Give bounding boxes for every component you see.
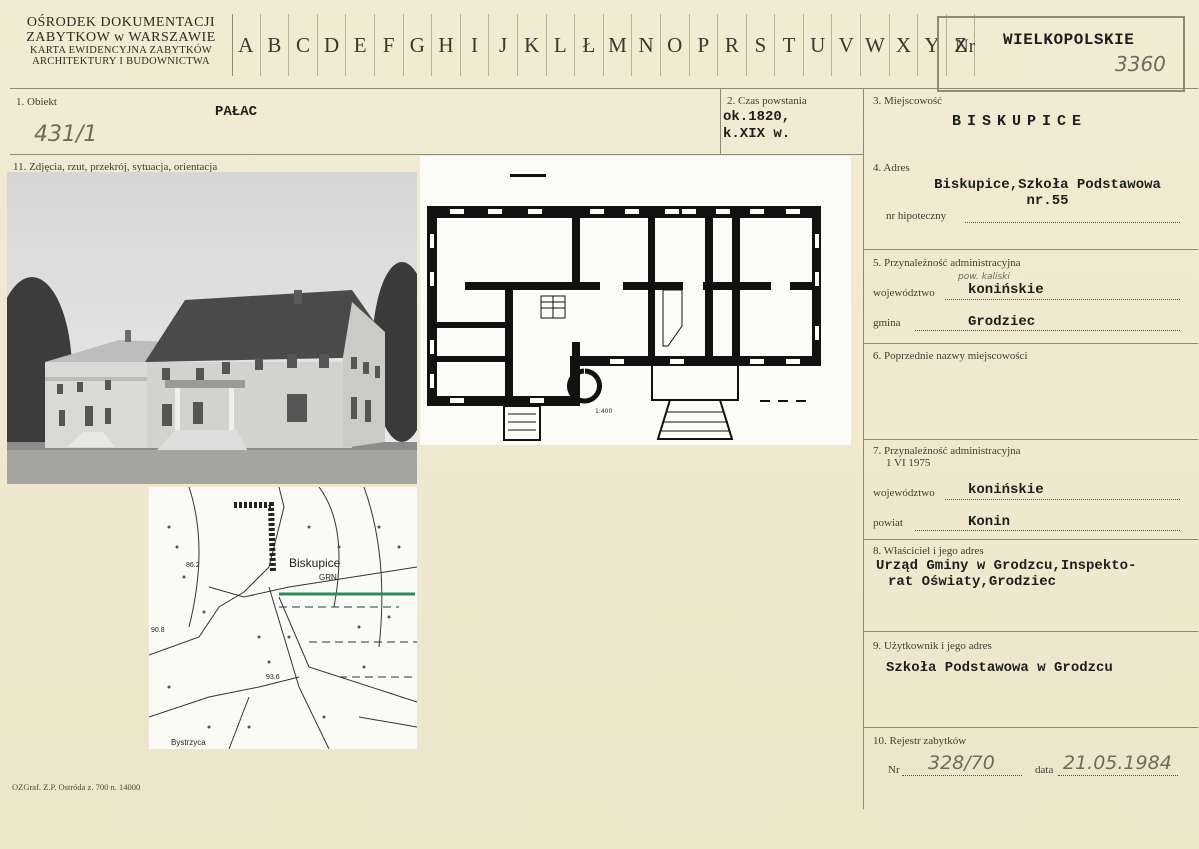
map-elev-3: 93.6 bbox=[266, 674, 280, 681]
przynaleznosc-1975-date: 1 VI 1975 bbox=[886, 457, 931, 469]
index-letter: X bbox=[890, 14, 919, 76]
region-number: 3360 bbox=[1115, 52, 1166, 76]
index-letter: S bbox=[747, 14, 776, 76]
map-river: Bystrzyca bbox=[171, 738, 206, 747]
index-letter: O bbox=[661, 14, 690, 76]
czas-label: 2. Czas powstania bbox=[727, 95, 807, 107]
uzytkownik-value: Szkoła Podstawowa w Grodzcu bbox=[886, 660, 1113, 676]
index-letter: C bbox=[289, 14, 318, 76]
footer-print-note: OZGraf. Z.P. Ostróda z. 700 n. 14000 bbox=[12, 782, 141, 792]
record-card: OŚRODEK DOKUMENTACJI ZABYTKOW w WARSZAWI… bbox=[0, 0, 1199, 849]
floor-plan: 1:400 bbox=[420, 156, 851, 445]
powiat-label: powiat bbox=[873, 517, 903, 529]
index-letter: Ł bbox=[575, 14, 604, 76]
czas-line-1: ok.1820, bbox=[723, 109, 791, 125]
obiekt-handwritten: 431/1 bbox=[34, 122, 98, 147]
institution-name: OŚRODEK DOKUMENTACJI ZABYTKOW w WARSZAWI… bbox=[10, 15, 232, 68]
adres-line-2: nr.55 bbox=[1026, 193, 1069, 209]
miejscowosc-value: BISKUPICE bbox=[952, 113, 1088, 130]
przynaleznosc-1975-label: 7. Przynależność administracyjna bbox=[873, 445, 1021, 457]
miejscowosc-label: 3. Miejscowość bbox=[873, 95, 943, 107]
woj-1975-value: konińskie bbox=[968, 482, 1044, 498]
index-letter: B bbox=[261, 14, 290, 76]
rejestr-nr-value: 328/70 bbox=[928, 752, 995, 774]
adres-value: Biskupice,Szkoła Podstawowa nr.55 bbox=[910, 177, 1185, 209]
org-line-3: KARTA EWIDENCYJNA ZABYTKÓW bbox=[30, 45, 212, 57]
powiat-value: Konin bbox=[968, 514, 1011, 530]
index-letter: E bbox=[346, 14, 375, 76]
location-map: Biskupice GRN 86.2 90.8 93.6 Bystrzyca bbox=[149, 487, 417, 749]
poprzednie-label: 6. Poprzednie nazwy miejscowości bbox=[873, 350, 1028, 362]
map-elev-2: 90.8 bbox=[151, 627, 165, 634]
uzytkownik-label: 9. Użytkownik i jego adres bbox=[873, 640, 992, 652]
index-letter: H bbox=[432, 14, 461, 76]
index-letter: N bbox=[632, 14, 661, 76]
building-photo bbox=[7, 172, 417, 484]
rejestr-nr-label: Nr bbox=[888, 764, 900, 776]
przynaleznosc-label: 5. Przynależność administracyjna bbox=[873, 257, 1021, 269]
index-letter: L bbox=[547, 14, 576, 76]
obiekt-label: 1. Obiekt bbox=[16, 96, 57, 108]
org-line-2: ZABYTKOW w WARSZAWIE bbox=[26, 29, 216, 45]
plan-scale: 1:400 bbox=[595, 408, 612, 415]
hipoteczny-label: nr hipoteczny bbox=[886, 210, 947, 222]
index-letter: A bbox=[232, 14, 261, 76]
org-line-1: OŚRODEK DOKUMENTACJI bbox=[26, 15, 216, 30]
rejestr-label: 10. Rejestr zabytków bbox=[873, 735, 967, 747]
wlasciciel-line-1: Urząd Gminy w Grodzcu,Inspekto- bbox=[876, 558, 1137, 574]
index-letter: K bbox=[518, 14, 547, 76]
rejestr-data-label: data bbox=[1035, 764, 1054, 776]
adres-line-1: Biskupice,Szkoła Podstawowa bbox=[934, 177, 1161, 193]
index-letter: U bbox=[804, 14, 833, 76]
wlasciciel-line-2: rat Oświaty,Grodziec bbox=[888, 574, 1057, 590]
index-letter: P bbox=[690, 14, 719, 76]
woj-1975-label: województwo bbox=[873, 487, 935, 499]
woj-value: konińskie bbox=[968, 282, 1044, 298]
woj-label: województwo bbox=[873, 287, 935, 299]
obiekt-value: PAŁAC bbox=[215, 104, 258, 120]
index-letter: G bbox=[404, 14, 433, 76]
index-letter: M bbox=[604, 14, 633, 76]
index-letter: F bbox=[375, 14, 404, 76]
czas-value: ok.1820, k.XIX w. bbox=[723, 109, 790, 143]
gmina-value: Grodziec bbox=[968, 314, 1036, 330]
index-letter: I bbox=[461, 14, 490, 76]
index-letter: R bbox=[718, 14, 747, 76]
map-grn: GRN bbox=[319, 573, 337, 582]
index-letter: W bbox=[861, 14, 890, 76]
index-letter: V bbox=[832, 14, 862, 76]
czas-line-2: k.XIX w. bbox=[723, 126, 791, 142]
map-place: Biskupice bbox=[289, 556, 341, 570]
rejestr-data-value: 21.05.1984 bbox=[1063, 752, 1172, 774]
woj-note: pow. kaliski bbox=[958, 272, 1010, 282]
adres-label: 4. Adres bbox=[873, 162, 910, 174]
wlasciciel-value: Urząd Gminy w Grodzcu,Inspekto- rat Oświ… bbox=[876, 558, 1136, 590]
index-letter: J bbox=[489, 14, 518, 76]
map-elev-1: 86.2 bbox=[186, 562, 200, 569]
wlasciciel-label: 8. Właściciel i jego adres bbox=[873, 545, 984, 557]
gmina-label: gmina bbox=[873, 317, 901, 329]
org-line-4: ARCHITEKTURY I BUDOWNICTWA bbox=[32, 56, 210, 68]
index-letter: D bbox=[318, 14, 347, 76]
index-letter: T bbox=[775, 14, 804, 76]
region-name: WIELKOPOLSKIE bbox=[1003, 31, 1135, 49]
alphabet-index: ABCDEFGHIJKLŁMNOPRSTUVWXYZ bbox=[232, 14, 976, 76]
